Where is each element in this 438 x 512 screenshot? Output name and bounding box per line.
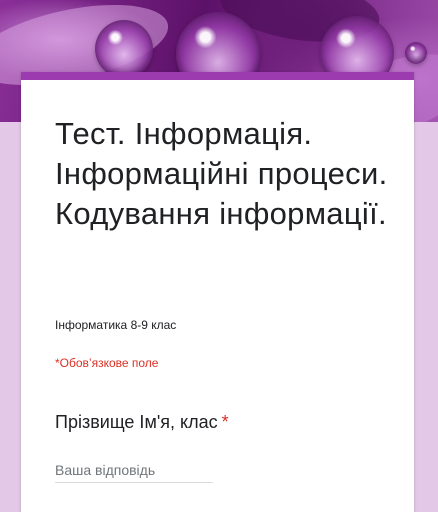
answer-input[interactable]: [55, 458, 213, 483]
form-card: Тест. Інформація. Інформаційні процеси. …: [21, 72, 414, 512]
water-drop: [405, 42, 427, 64]
required-field-note: *Обов’язкове поле: [55, 356, 159, 370]
required-asterisk: *: [221, 412, 229, 432]
card-accent-bar: [21, 72, 414, 80]
question-title: Прізвище Ім'я, клас *: [55, 412, 229, 433]
water-drop: [95, 20, 153, 78]
form-title: Тест. Інформація. Інформаційні процеси. …: [55, 116, 388, 231]
form-description: Інформатика 8-9 клас: [55, 318, 177, 332]
question-label: Прізвище Ім'я, клас: [55, 412, 218, 432]
